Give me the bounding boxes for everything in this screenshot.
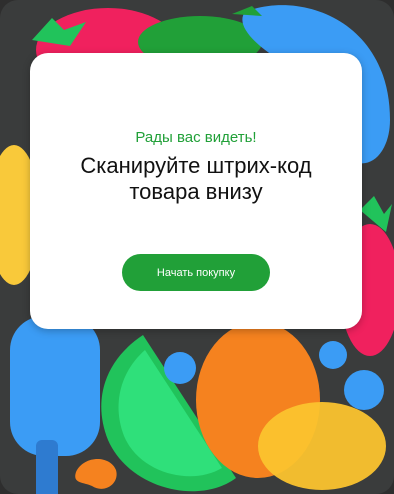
- kiosk-screen: Рады вас видеть! Сканируйте штрих-код то…: [0, 0, 394, 494]
- blueberry-shape: [319, 341, 347, 369]
- lemon-shape: [258, 402, 386, 490]
- instruction-title: Сканируйте штрих-код товара внизу: [30, 153, 362, 205]
- greeting-text: Рады вас видеть!: [135, 129, 257, 146]
- popsicle-shape: [10, 316, 100, 456]
- blueberry-shape: [164, 352, 196, 384]
- welcome-card: Рады вас видеть! Сканируйте штрих-код то…: [30, 53, 362, 329]
- blueberry-shape: [344, 370, 384, 410]
- start-shopping-button[interactable]: Начать покупку: [122, 254, 270, 291]
- nut-shape: [75, 458, 117, 489]
- instruction-title-line: товара внизу: [129, 179, 263, 204]
- instruction-title-line: Сканируйте штрих-код: [80, 153, 312, 178]
- popsicle-stick-shape: [36, 440, 58, 494]
